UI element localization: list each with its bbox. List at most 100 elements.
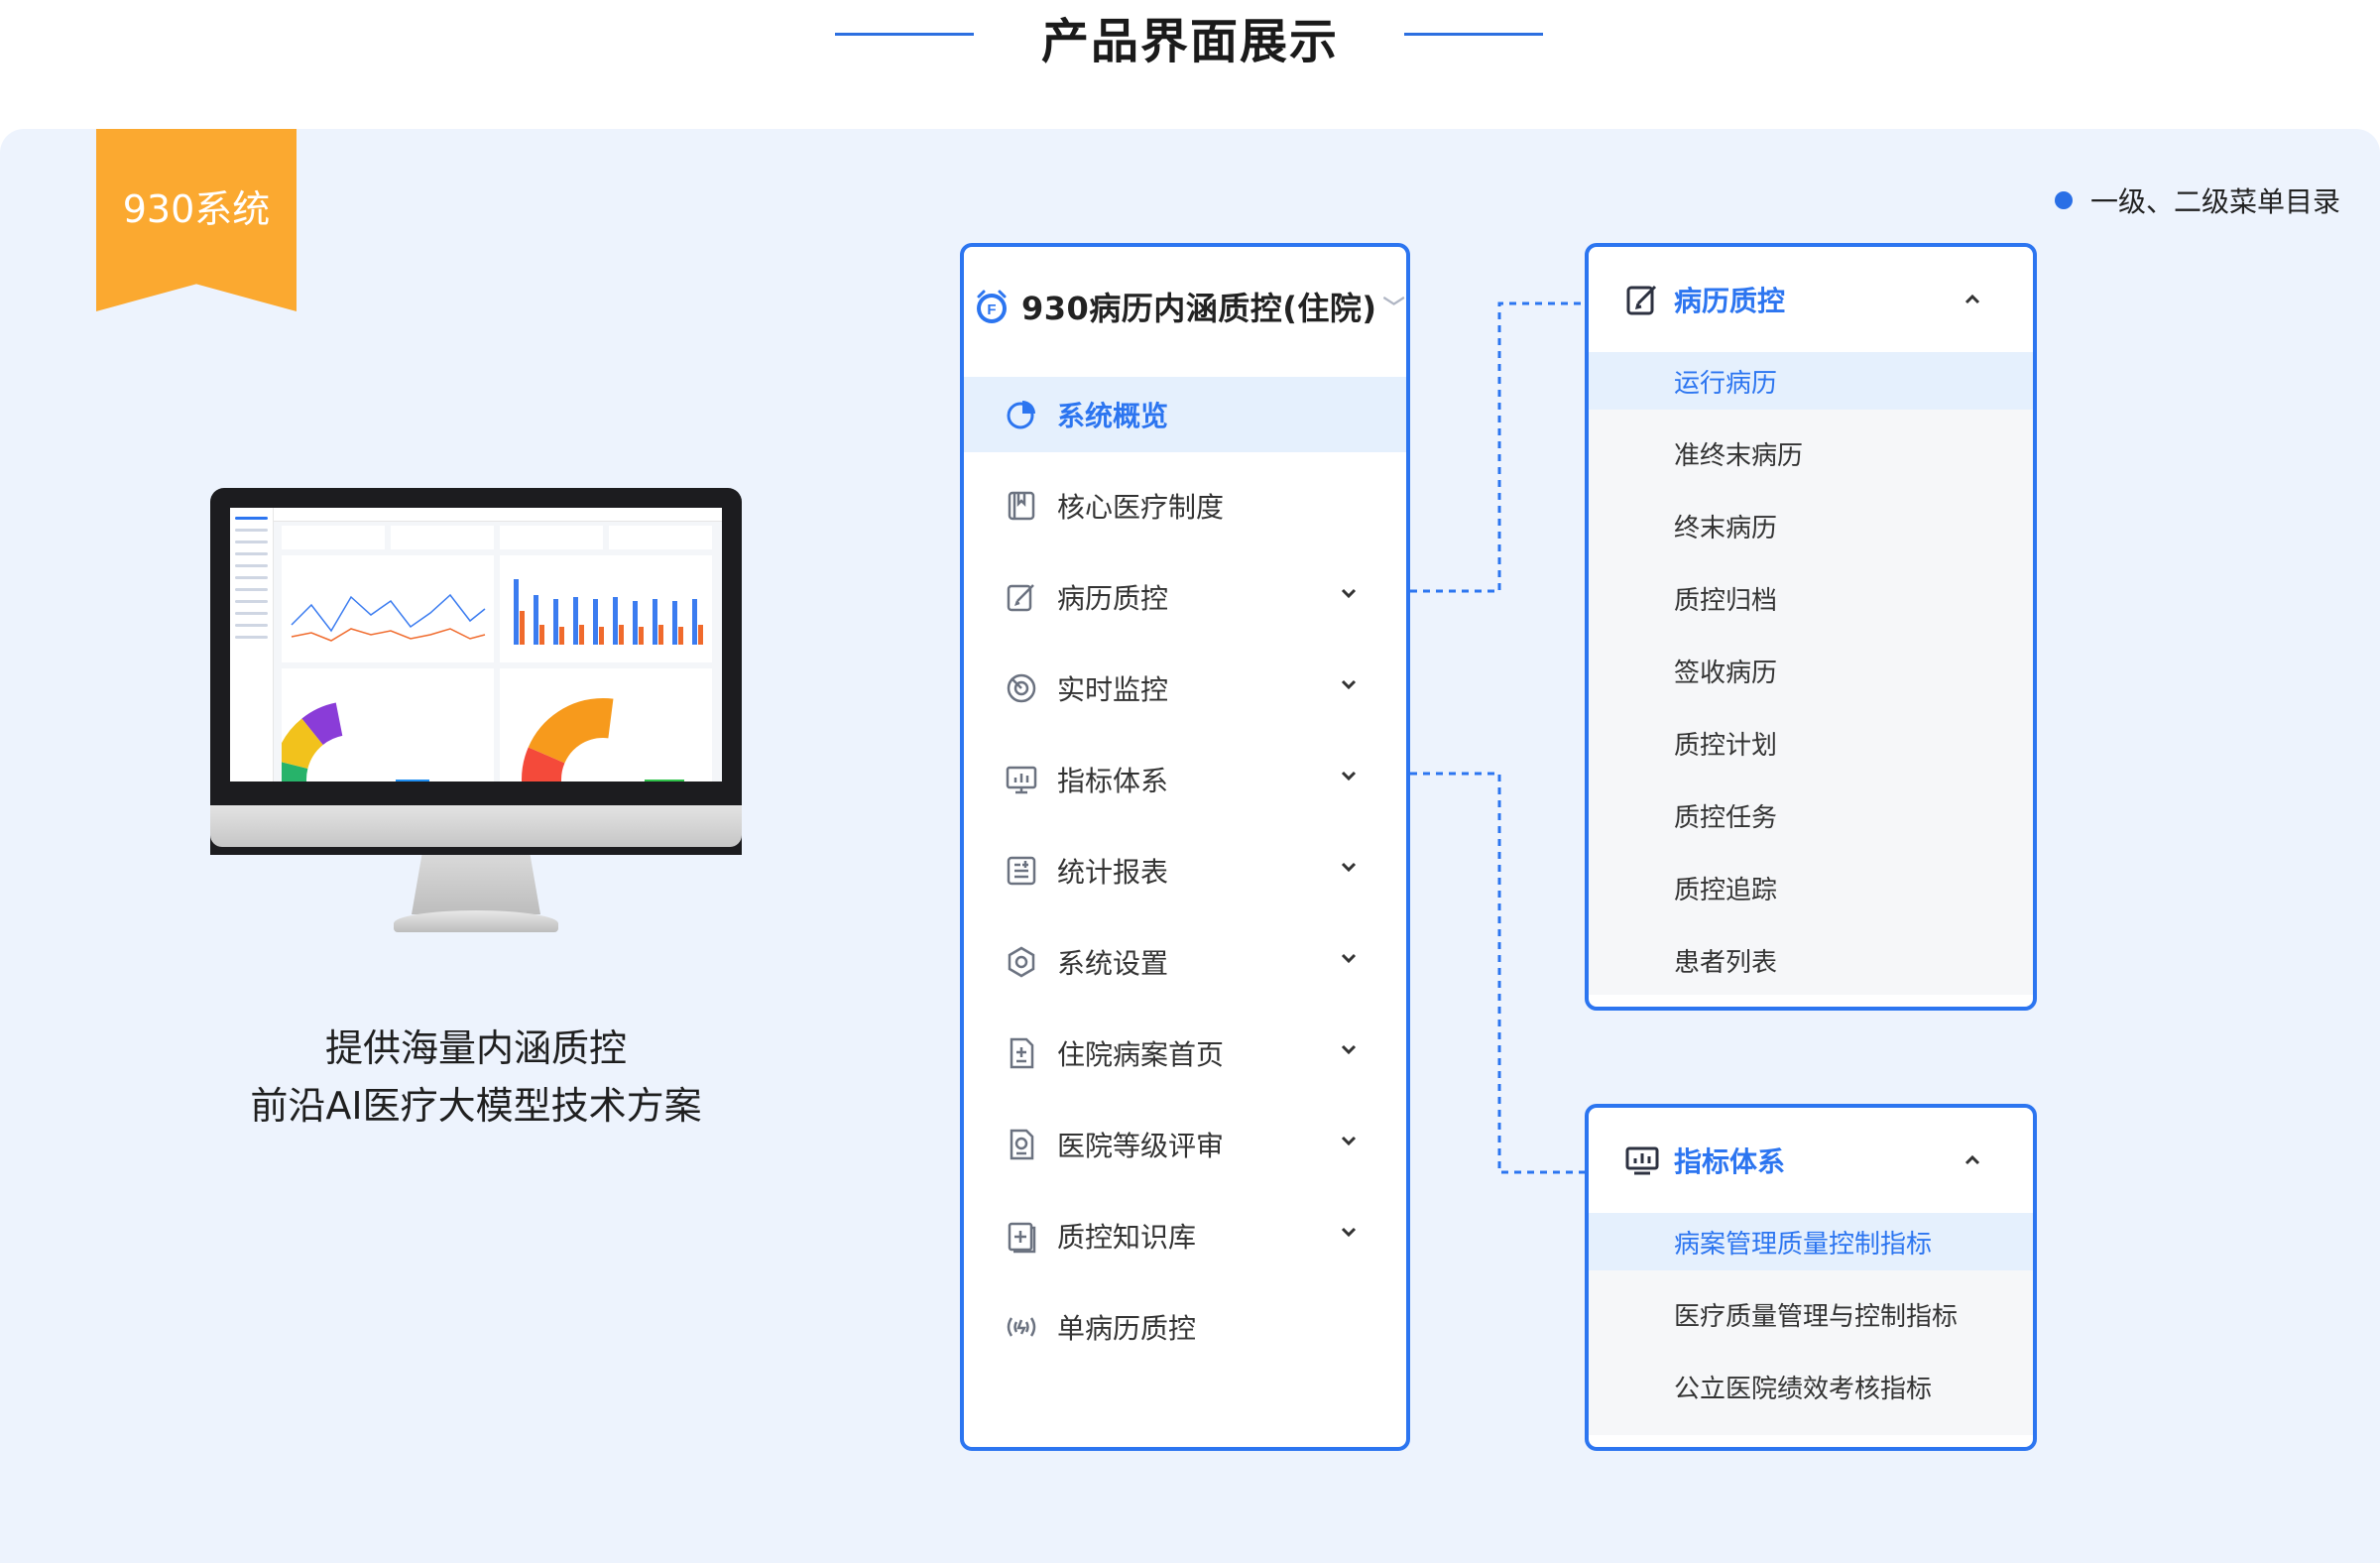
submenu-item[interactable]: 病案管理质量控制指标 [1589, 1213, 2033, 1270]
submenu-item[interactable]: 质控归档 [1589, 569, 2033, 627]
dashboard-sidebar [230, 508, 274, 782]
menu-item-single-record-qc[interactable]: 单病历质控 [964, 1289, 1406, 1365]
chevron-down-icon[interactable] [1339, 948, 1359, 968]
menu-item-hospital-grade-review[interactable]: 医院等级评审 [964, 1107, 1406, 1182]
dashboard-stat-card [609, 526, 712, 549]
monitor-chin [210, 805, 742, 847]
donut-chart-thumbnail [273, 701, 429, 782]
record-icon [1010, 1037, 1034, 1069]
chevron-up-icon[interactable] [1962, 291, 1983, 308]
pie-chart-icon [1007, 401, 1035, 429]
menu-item-system-settings[interactable]: 系统设置 [964, 924, 1406, 1000]
chevron-down-icon[interactable] [1339, 857, 1359, 877]
indicator-icon [1625, 1146, 1659, 1175]
submenu-item[interactable]: 患者列表 [1589, 931, 2033, 989]
menu-item-label: 系统概览 [1057, 400, 1169, 432]
menu-item-core-rules[interactable]: 核心医疗制度 [964, 468, 1406, 543]
dashboard-bar-chart [500, 555, 712, 662]
legend: 一级、二级菜单目录 [2054, 180, 2340, 220]
submenu-item[interactable]: 质控任务 [1589, 786, 2033, 844]
submenu-item[interactable]: 运行病历 [1589, 352, 2033, 410]
submenu-medical-record-qc: 病历质控 运行病历 准终末病历 终末病历 质控归档 签收病历 质控计划 质控任务… [1585, 243, 2037, 1011]
menu-item-medical-record-qc[interactable]: 病历质控 [964, 559, 1406, 635]
system-badge-label: 930系统 [122, 187, 271, 231]
edit-icon [1626, 285, 1657, 315]
pie-chart-thumbnail [522, 698, 684, 782]
chevron-down-icon[interactable] [1339, 583, 1359, 603]
system-badge: 930系统 [96, 129, 297, 311]
menu-item-indicator-system[interactable]: 指标体系 [964, 742, 1406, 817]
caption-line-2: 前沿AI医疗大模型技术方案 [250, 1084, 702, 1128]
monitor-icon [1007, 673, 1036, 703]
submenu-item[interactable]: 质控追踪 [1589, 859, 2033, 916]
menu-item-label: 指标体系 [1057, 765, 1169, 797]
submenu-indicator-system: 指标体系 病案管理质量控制指标 医疗质量管理与控制指标 公立医院绩效考核指标 [1585, 1104, 2037, 1451]
monitor-base [394, 910, 558, 932]
menu-item-label: 实时监控 [1057, 673, 1169, 706]
dashboard-donut-chart [273, 668, 494, 782]
submenu-item[interactable]: 准终末病历 [1589, 424, 2033, 482]
submenu-title: 病历质控 [1674, 285, 1786, 317]
caption: 提供海量内涵质控 前沿AI医疗大模型技术方案 [198, 1020, 754, 1135]
settings-icon [1008, 946, 1035, 978]
menu-item-label: 住院病案首页 [1057, 1038, 1225, 1071]
legend-label: 一级、二级菜单目录 [2089, 185, 2340, 218]
menu-item-label: 核心医疗制度 [1057, 491, 1225, 524]
dashboard-stat-card [282, 526, 385, 549]
chevron-up-icon[interactable] [1962, 1151, 1983, 1169]
menu-item-qc-knowledge-base[interactable]: 质控知识库 [964, 1198, 1406, 1273]
monitor-mockup [210, 488, 742, 855]
chevron-down-icon[interactable]: ﹀ [1383, 291, 1406, 322]
menu-connector-lines [1410, 301, 1585, 1174]
chevron-down-icon[interactable] [1339, 766, 1359, 785]
menu-item-label: 病历质控 [1057, 582, 1169, 615]
menu-item-realtime-monitor[interactable]: 实时监控 [964, 651, 1406, 726]
edit-icon [1007, 584, 1034, 612]
svg-text:F: F [987, 301, 996, 318]
caption-line-1: 提供海量内涵质控 [324, 1026, 627, 1070]
submenu-item[interactable]: 质控计划 [1589, 714, 2033, 772]
menu-item-label: 系统设置 [1057, 947, 1169, 980]
dashboard-pie-chart [500, 668, 712, 782]
submenu-list: 病案管理质量控制指标 医疗质量管理与控制指标 公立医院绩效考核指标 [1589, 1213, 2033, 1435]
submenu-header[interactable]: 指标体系 [1589, 1108, 2033, 1213]
report-icon [1007, 856, 1036, 886]
menu-item-inpatient-record-home[interactable]: 住院病案首页 [964, 1016, 1406, 1091]
menu-item-statistics-report[interactable]: 统计报表 [964, 833, 1406, 908]
menu-item-label: 统计报表 [1057, 856, 1169, 889]
menu-item-label: 单病历质控 [1057, 1312, 1197, 1345]
submenu-title: 指标体系 [1674, 1145, 1786, 1178]
submenu-item[interactable]: 公立医院绩效考核指标 [1589, 1358, 2033, 1415]
review-icon [1010, 1129, 1034, 1160]
menu-item-system-overview[interactable]: 系统概览 [964, 377, 1406, 452]
dashboard-stat-card [500, 526, 603, 549]
book-icon [1008, 491, 1035, 521]
chevron-down-icon[interactable] [1339, 674, 1359, 694]
submenu-item[interactable]: 终末病历 [1589, 497, 2033, 554]
signal-icon [1007, 1317, 1036, 1337]
menu-item-label: 质控知识库 [1057, 1221, 1197, 1254]
dashboard-screenshot [230, 508, 722, 782]
header-line-right [1404, 33, 1543, 36]
legend-dot-icon [2054, 191, 2073, 209]
page-title: 产品界面展示 [1040, 14, 1339, 69]
line-chart-thumbnail [291, 593, 486, 642]
knowledge-icon [1008, 1222, 1036, 1254]
monitor-stand [412, 855, 540, 914]
chevron-down-icon[interactable] [1339, 1131, 1359, 1150]
app-logo-icon: F [977, 290, 1007, 323]
dashboard-stat-card [391, 526, 494, 549]
submenu-item[interactable]: 签收病历 [1589, 642, 2033, 699]
dashboard-topbar [274, 508, 722, 522]
chevron-down-icon[interactable] [1339, 1039, 1359, 1059]
main-menu-title: 930病历内涵质控(住院) [1021, 290, 1377, 327]
main-menu-panel: F 930病历内涵质控(住院) ﹀ 系统概览 核心医疗制度 病历质控 实时监控 … [960, 243, 1410, 1451]
submenu-header[interactable]: 病历质控 [1589, 247, 2033, 352]
main-menu-header[interactable]: F 930病历内涵质控(住院) ﹀ [964, 277, 1406, 336]
menu-item-label: 医院等级评审 [1057, 1130, 1225, 1162]
bar-chart-thumbnail [514, 579, 703, 645]
indicator-icon [1006, 766, 1037, 794]
submenu-list: 运行病历 准终末病历 终末病历 质控归档 签收病历 质控计划 质控任务 质控追踪… [1589, 352, 2033, 995]
chevron-down-icon[interactable] [1339, 1222, 1359, 1242]
submenu-item[interactable]: 医疗质量管理与控制指标 [1589, 1285, 2033, 1343]
